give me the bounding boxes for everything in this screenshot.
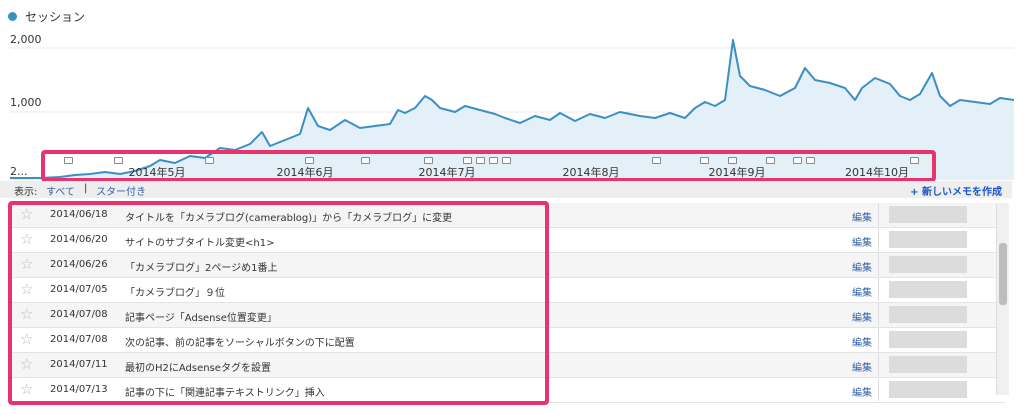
author-cell xyxy=(878,203,997,226)
memo-date: 2014/07/05 xyxy=(50,284,108,295)
scroll-thumb[interactable] xyxy=(999,243,1007,305)
memo-row[interactable]: ☆ 2014/07/05 「カメラブログ」９位 編集 xyxy=(10,278,1005,303)
memo-text: 最初のH2にAdsenseタグを設置 xyxy=(125,363,271,374)
filter-all-link[interactable]: すべて xyxy=(46,183,75,198)
memo-row[interactable]: ☆ 2014/06/26 「カメラブログ」2ページめ1番上 編集 xyxy=(10,253,1005,278)
filter-separator: | xyxy=(84,183,88,194)
memo-row[interactable]: ☆ 2014/07/11 最初のH2にAdsenseタグを設置 編集 xyxy=(10,353,1005,378)
author-cell xyxy=(878,378,997,401)
edit-link[interactable]: 編集 xyxy=(852,209,872,224)
blurred-author xyxy=(889,306,967,323)
memo-date: 2014/06/20 xyxy=(50,234,108,245)
memo-marker-icon[interactable] xyxy=(463,157,472,164)
star-outline-icon[interactable]: ☆ xyxy=(20,381,33,397)
edit-link[interactable]: 編集 xyxy=(852,309,872,324)
month-label: 2014年7月 xyxy=(418,166,476,179)
star-outline-icon[interactable]: ☆ xyxy=(20,331,33,347)
legend-label: セッション xyxy=(25,9,86,24)
memo-marker-icon[interactable] xyxy=(64,157,73,164)
memo-marker-icon[interactable] xyxy=(476,157,485,164)
memo-text: サイトのサブタイトル変更<h1> xyxy=(125,238,275,249)
memo-text: 次の記事、前の記事をソーシャルボタンの下に配置 xyxy=(125,338,355,349)
memo-text: タイトルを「カメラブログ(camerablog)」から「カメラブログ」に変更 xyxy=(125,213,453,224)
memo-text: 記事の下に「関連記事テキストリンク」挿入 xyxy=(125,388,325,399)
memo-text: 「カメラブログ」９位 xyxy=(125,288,225,299)
new-memo-button[interactable]: + 新しいメモを作成 xyxy=(910,183,1002,198)
star-outline-icon[interactable]: ☆ xyxy=(20,281,33,297)
memo-marker-icon[interactable] xyxy=(766,157,775,164)
series-color-dot xyxy=(8,11,17,21)
blurred-author xyxy=(889,356,967,373)
memo-marker-icon[interactable] xyxy=(489,157,498,164)
author-cell xyxy=(878,353,997,376)
annotation-bar: 2014年5月 2014年6月 2014年7月 2014年8月 2014年9月 … xyxy=(0,152,1024,180)
month-label: 2014年9月 xyxy=(708,166,766,179)
author-cell xyxy=(878,228,997,251)
memo-marker-icon[interactable] xyxy=(910,157,919,164)
memo-text: 記事ページ「Adsense位置変更」 xyxy=(125,313,277,324)
star-outline-icon[interactable]: ☆ xyxy=(20,356,33,372)
memo-date: 2014/07/08 xyxy=(50,309,108,320)
memo-date: 2014/06/18 xyxy=(50,209,108,220)
memo-date: 2014/06/26 xyxy=(50,259,108,270)
blurred-author xyxy=(889,281,967,298)
author-cell xyxy=(878,303,997,326)
author-cell xyxy=(878,278,997,301)
edit-link[interactable]: 編集 xyxy=(852,234,872,249)
memo-row[interactable]: ☆ 2014/07/13 記事の下に「関連記事テキストリンク」挿入 編集 xyxy=(10,378,1005,403)
memo-list: ☆ 2014/06/18 タイトルを「カメラブログ(camerablog)」から「カ… xyxy=(10,203,1005,403)
memo-row[interactable]: ☆ 2014/06/20 サイトのサブタイトル変更<h1> 編集 xyxy=(10,228,1005,253)
blurred-author xyxy=(889,206,967,223)
blurred-author xyxy=(889,231,967,248)
month-label: 2014年5月 xyxy=(128,166,186,179)
author-cell xyxy=(878,253,997,276)
star-outline-icon[interactable]: ☆ xyxy=(20,306,33,322)
month-label: 2014年10月 xyxy=(845,166,909,179)
display-label: 表示: xyxy=(14,187,38,198)
edit-link[interactable]: 編集 xyxy=(852,384,872,399)
memo-row[interactable]: ☆ 2014/07/08 次の記事、前の記事をソーシャルボタンの下に配置 編集 xyxy=(10,328,1005,353)
memo-marker-icon[interactable] xyxy=(728,157,737,164)
edit-link[interactable]: 編集 xyxy=(852,284,872,299)
edit-link[interactable]: 編集 xyxy=(852,334,872,349)
memo-marker-icon[interactable] xyxy=(205,157,214,164)
blurred-author xyxy=(889,256,967,273)
memo-marker-icon[interactable] xyxy=(793,157,802,164)
memo-marker-icon[interactable] xyxy=(652,157,661,164)
memo-date: 2014/07/11 xyxy=(50,359,108,370)
author-cell xyxy=(878,328,997,351)
blurred-author xyxy=(889,381,967,398)
memo-filter-bar: 表示: すべて | スター付き + 新しいメモを作成 xyxy=(0,181,1012,198)
star-outline-icon[interactable]: ☆ xyxy=(20,206,33,222)
memo-row[interactable]: ☆ 2014/06/18 タイトルを「カメラブログ(camerablog)」から「カ… xyxy=(10,203,1005,228)
memo-marker-icon[interactable] xyxy=(114,157,123,164)
memo-date: 2014/07/13 xyxy=(50,384,108,395)
memo-marker-icon[interactable] xyxy=(305,157,314,164)
memo-marker-icon[interactable] xyxy=(424,157,433,164)
filter-starred-link[interactable]: スター付き xyxy=(96,183,146,198)
star-outline-icon[interactable]: ☆ xyxy=(20,231,33,247)
month-label: 2014年6月 xyxy=(276,166,334,179)
edit-link[interactable]: 編集 xyxy=(852,259,872,274)
month-label: 2014年8月 xyxy=(562,166,620,179)
memo-marker-icon[interactable] xyxy=(361,157,370,164)
memo-marker-icon[interactable] xyxy=(806,157,815,164)
chart-legend: セッション xyxy=(8,6,85,26)
memo-marker-icon[interactable] xyxy=(502,157,511,164)
edit-link[interactable]: 編集 xyxy=(852,359,872,374)
memo-row[interactable]: ☆ 2014/07/08 記事ページ「Adsense位置変更」 編集 xyxy=(10,303,1005,328)
memo-scrollbar[interactable] xyxy=(996,203,1009,395)
blurred-author xyxy=(889,331,967,348)
memo-text: 「カメラブログ」2ページめ1番上 xyxy=(125,263,278,274)
memo-date: 2014/07/08 xyxy=(50,334,108,345)
analytics-panel: セッション 2,000 1,000 2... 2014年5月 2014年6月 2… xyxy=(0,0,1024,415)
memo-marker-icon[interactable] xyxy=(700,157,709,164)
star-outline-icon[interactable]: ☆ xyxy=(20,256,33,272)
